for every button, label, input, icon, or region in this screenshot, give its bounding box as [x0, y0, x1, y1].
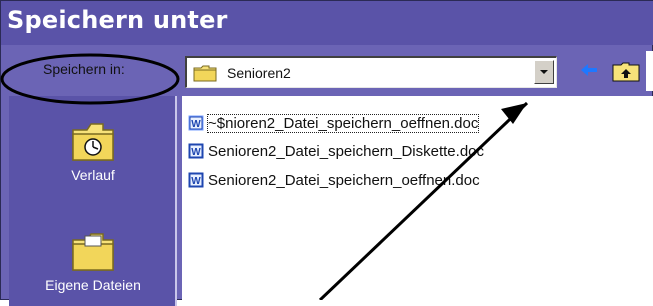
places-item-verlauf[interactable]: Verlauf — [9, 118, 177, 183]
my-documents-folder-icon — [72, 233, 114, 271]
up-folder-icon[interactable] — [611, 59, 641, 83]
toolbar-overflow-edge — [646, 51, 653, 91]
save-as-dialog: Speichern unter Speichern in: Senioren2 — [0, 0, 653, 306]
file-row[interactable]: W ~$nioren2_Datei_speichern_oeffnen.doc — [188, 113, 480, 133]
places-label-verlauf: Verlauf — [71, 167, 115, 183]
back-arrow-icon[interactable] — [579, 63, 599, 77]
word-doc-icon: W — [188, 115, 204, 131]
dialog-title: Speichern unter — [7, 6, 228, 34]
history-folder-icon — [72, 123, 114, 161]
file-list[interactable]: W ~$nioren2_Datei_speichern_oeffnen.doc … — [182, 96, 653, 301]
file-row[interactable]: W Senioren2_Datei_speichern_Diskette.doc — [188, 141, 484, 161]
file-name: Senioren2_Datei_speichern_oeffnen.doc — [208, 171, 480, 189]
file-row[interactable]: W Senioren2_Datei_speichern_oeffnen.doc — [188, 170, 480, 190]
title-bar: Speichern unter — [1, 1, 653, 45]
current-folder: Senioren2 — [227, 65, 291, 81]
svg-text:W: W — [191, 119, 201, 130]
file-name: Senioren2_Datei_speichern_Diskette.doc — [208, 142, 485, 160]
places-item-eigene-dateien[interactable]: Eigene Dateien — [9, 228, 177, 293]
word-doc-icon: W — [188, 172, 204, 188]
save-in-dropdown[interactable]: Senioren2 — [185, 56, 557, 88]
places-label-eigene-dateien: Eigene Dateien — [45, 277, 141, 293]
word-doc-icon: W — [188, 143, 204, 159]
file-name: ~$nioren2_Datei_speichern_oeffnen.doc — [206, 113, 480, 133]
folder-icon — [193, 65, 217, 82]
svg-text:W: W — [191, 147, 201, 158]
svg-text:W: W — [191, 176, 201, 187]
chevron-down-icon — [540, 70, 548, 74]
places-bar: Verlauf Eigene Dateien — [9, 96, 177, 306]
save-in-label: Speichern in: — [43, 61, 125, 77]
dropdown-arrow-button[interactable] — [534, 60, 554, 84]
